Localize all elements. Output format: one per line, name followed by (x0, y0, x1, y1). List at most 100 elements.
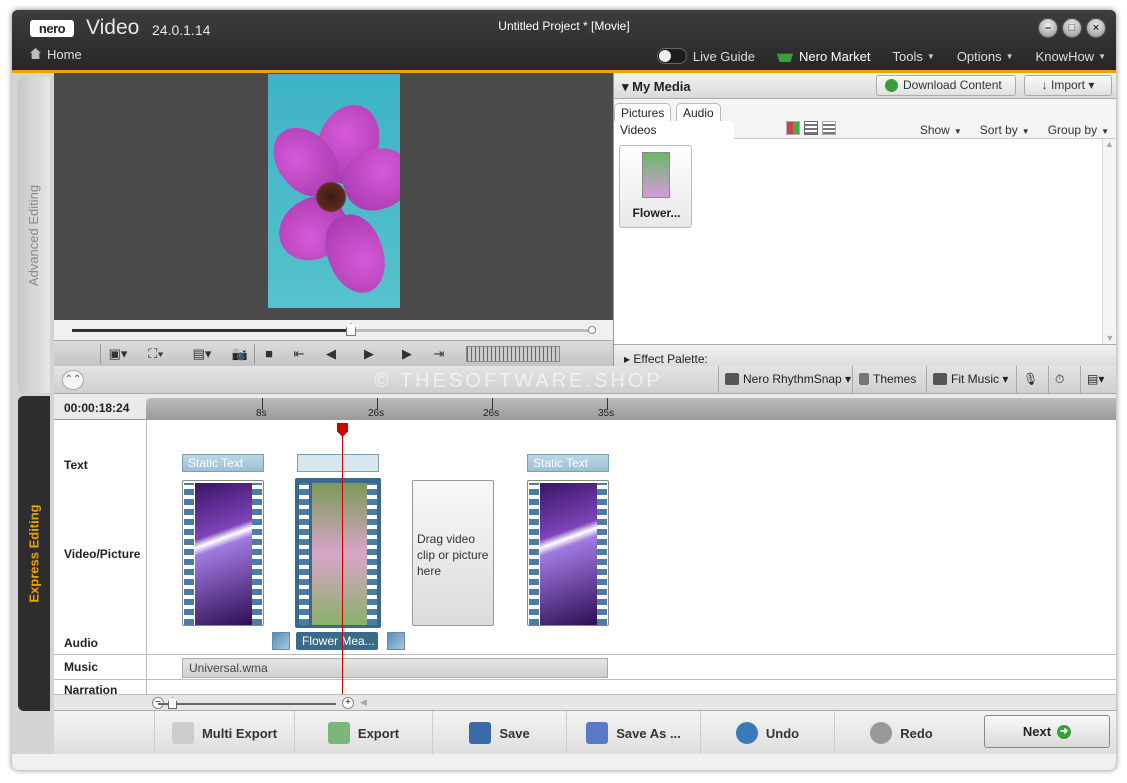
media-item-label: Flower... (632, 206, 681, 220)
view-grid-icon[interactable] (804, 121, 818, 135)
transition-icon[interactable] (272, 632, 290, 650)
sort-by-dropdown[interactable]: Sort by ▼ (980, 123, 1030, 137)
redo-button[interactable]: Redo (834, 711, 968, 755)
audio-clip[interactable]: Flower Mea... (296, 632, 378, 650)
video-clip[interactable] (527, 480, 609, 626)
chevron-down-icon: ▼ (926, 51, 935, 61)
collapse-timeline-button[interactable]: ⌃⌃ (62, 370, 84, 390)
import-button[interactable]: ↓ Import ▾ (1024, 75, 1112, 96)
nero-market-link[interactable]: Nero Market (777, 49, 871, 64)
save-as-icon (586, 722, 609, 744)
show-dropdown[interactable]: Show ▼ (920, 123, 962, 137)
track-label-video: Video/Picture (64, 547, 141, 561)
zoom-in-icon[interactable]: + (342, 697, 354, 709)
tab-audio[interactable]: Audio (676, 103, 721, 121)
redo-icon (870, 722, 893, 744)
music-clip[interactable]: Universal.wma (182, 658, 608, 678)
live-guide-toggle[interactable]: Live Guide (656, 48, 755, 64)
tab-videos[interactable]: Videos (614, 121, 734, 139)
text-clip[interactable] (297, 454, 379, 472)
clip-dropzone[interactable]: Drag video clip or picture here (412, 480, 494, 626)
timeline-scroll-left-icon[interactable]: ◀ (360, 697, 367, 708)
group-by-dropdown[interactable]: Group by ▼ (1048, 123, 1109, 137)
track-label-music: Music (64, 660, 99, 674)
previous-frame-icon[interactable]: ◀ (322, 345, 340, 363)
text-clip[interactable]: Static Text (527, 454, 609, 472)
microphone-icon[interactable]: 🎙 (1016, 366, 1048, 393)
chevron-down-icon: ▼ (953, 127, 962, 136)
display-mode-icon[interactable]: ▣▾ (104, 345, 132, 363)
knowhow-menu[interactable]: KnowHow ▼ (1036, 49, 1106, 64)
undo-button[interactable]: Undo (700, 711, 834, 755)
aspect-ratio-icon[interactable]: ▤▾ (188, 345, 216, 363)
go-to-start-icon[interactable]: ⇤ (290, 345, 308, 363)
tools-menu[interactable]: Tools ▼ (893, 49, 935, 64)
transition-icon[interactable] (387, 632, 405, 650)
next-frame-icon[interactable]: ▶ (398, 345, 416, 363)
mode-tabs: Advanced Editing Express Editing (12, 73, 54, 770)
snapshot-icon[interactable]: 📷 (230, 345, 250, 363)
go-to-end-icon[interactable]: ⇥ (430, 345, 448, 363)
effect-palette-header[interactable]: ▸ Effect Palette: (614, 344, 1116, 366)
maximize-button[interactable]: □ (1062, 18, 1082, 38)
chevron-down-icon: ▼ (1021, 127, 1030, 136)
play-icon[interactable]: ▶ (360, 345, 378, 363)
next-button[interactable]: Next ➜ (984, 715, 1110, 748)
home-link[interactable]: Home (30, 47, 82, 62)
preview-seekbar[interactable] (54, 320, 613, 340)
video-clip-selected[interactable] (295, 478, 381, 628)
media-header: ▾ My Media Download Content ↓ Import ▾ (614, 73, 1116, 99)
options-menu[interactable]: Options ▼ (957, 49, 1014, 64)
media-scrollbar[interactable]: ▲ ▼ (1102, 139, 1116, 345)
export-icon (327, 722, 350, 744)
top-menu: Live Guide Nero Market Tools ▼ Options ▼ K… (635, 46, 1106, 66)
minimize-button[interactable]: – (1038, 18, 1058, 38)
track-label-text: Text (64, 458, 88, 472)
arrow-right-icon: ➜ (1057, 724, 1072, 739)
jog-wheel[interactable] (466, 346, 560, 362)
media-item[interactable]: Flower... (619, 145, 692, 228)
tab-pictures[interactable]: Pictures (614, 103, 672, 121)
basket-icon (777, 53, 793, 62)
close-button[interactable]: × (1086, 18, 1106, 38)
media-thumbnail (642, 152, 670, 198)
media-title[interactable]: ▾ My Media (622, 79, 691, 95)
timeline: 00:00:18:24 8s 26s 26s 35s Text Video/Pi… (54, 394, 1116, 710)
rhythmsnap-icon (725, 373, 739, 385)
chevron-down-icon: ▼ (1005, 51, 1014, 61)
playback-controls: ▣▾ ⛶▾ ▤▾ 📷 ■ ⇤ ◀ ▶ ▶ ⇥ (54, 340, 613, 366)
seek-thumb[interactable] (346, 323, 356, 336)
download-content-button[interactable]: Download Content (876, 75, 1016, 96)
rhythmsnap-button[interactable]: Nero RhythmSnap ▾ (718, 366, 852, 393)
watermark: © THESOFTWARE.SHOP (374, 370, 663, 392)
export-button[interactable]: Export (294, 711, 432, 755)
timeline-toolbar: ⌃⌃ © THESOFTWARE.SHOP Nero RhythmSnap ▾ … (54, 366, 1116, 394)
stop-icon[interactable]: ■ (260, 345, 278, 363)
multi-export-button[interactable]: Multi Export (154, 711, 294, 755)
bottom-bar: Multi Export Export Save Save As ... Und… (54, 710, 1116, 755)
project-title: Untitled Project * [Movie] (498, 19, 630, 33)
timer-icon[interactable]: ⏱ (1048, 366, 1080, 393)
media-panel: ▾ My Media Download Content ↓ Import ▾ P… (613, 73, 1116, 366)
more-options-icon[interactable]: ▤▾ (1080, 366, 1116, 393)
text-clip[interactable]: Static Text (182, 454, 264, 472)
video-clip[interactable] (182, 480, 264, 626)
save-as-button[interactable]: Save As ... (566, 711, 700, 755)
playhead (342, 424, 343, 702)
save-icon (469, 722, 492, 744)
tab-advanced-editing[interactable]: Advanced Editing (18, 77, 50, 393)
undo-icon (735, 722, 758, 744)
view-large-icon[interactable] (786, 121, 800, 135)
themes-button[interactable]: Themes (852, 366, 926, 393)
title-bar: nero Video 24.0.1.14 Untitled Project * … (12, 10, 1116, 72)
view-list-icon[interactable] (822, 121, 836, 135)
multi-export-icon (171, 722, 194, 744)
chevron-down-icon: ▼ (1101, 127, 1109, 136)
save-button[interactable]: Save (432, 711, 566, 755)
home-icon (30, 48, 41, 59)
tab-express-editing[interactable]: Express Editing (18, 396, 50, 711)
zoom-slider-thumb[interactable] (168, 697, 177, 709)
fullscreen-icon[interactable]: ⛶▾ (142, 345, 170, 363)
time-ruler[interactable]: 8s 26s 26s 35s (146, 398, 1116, 420)
fit-music-button[interactable]: Fit Music ▾ (926, 366, 1016, 393)
